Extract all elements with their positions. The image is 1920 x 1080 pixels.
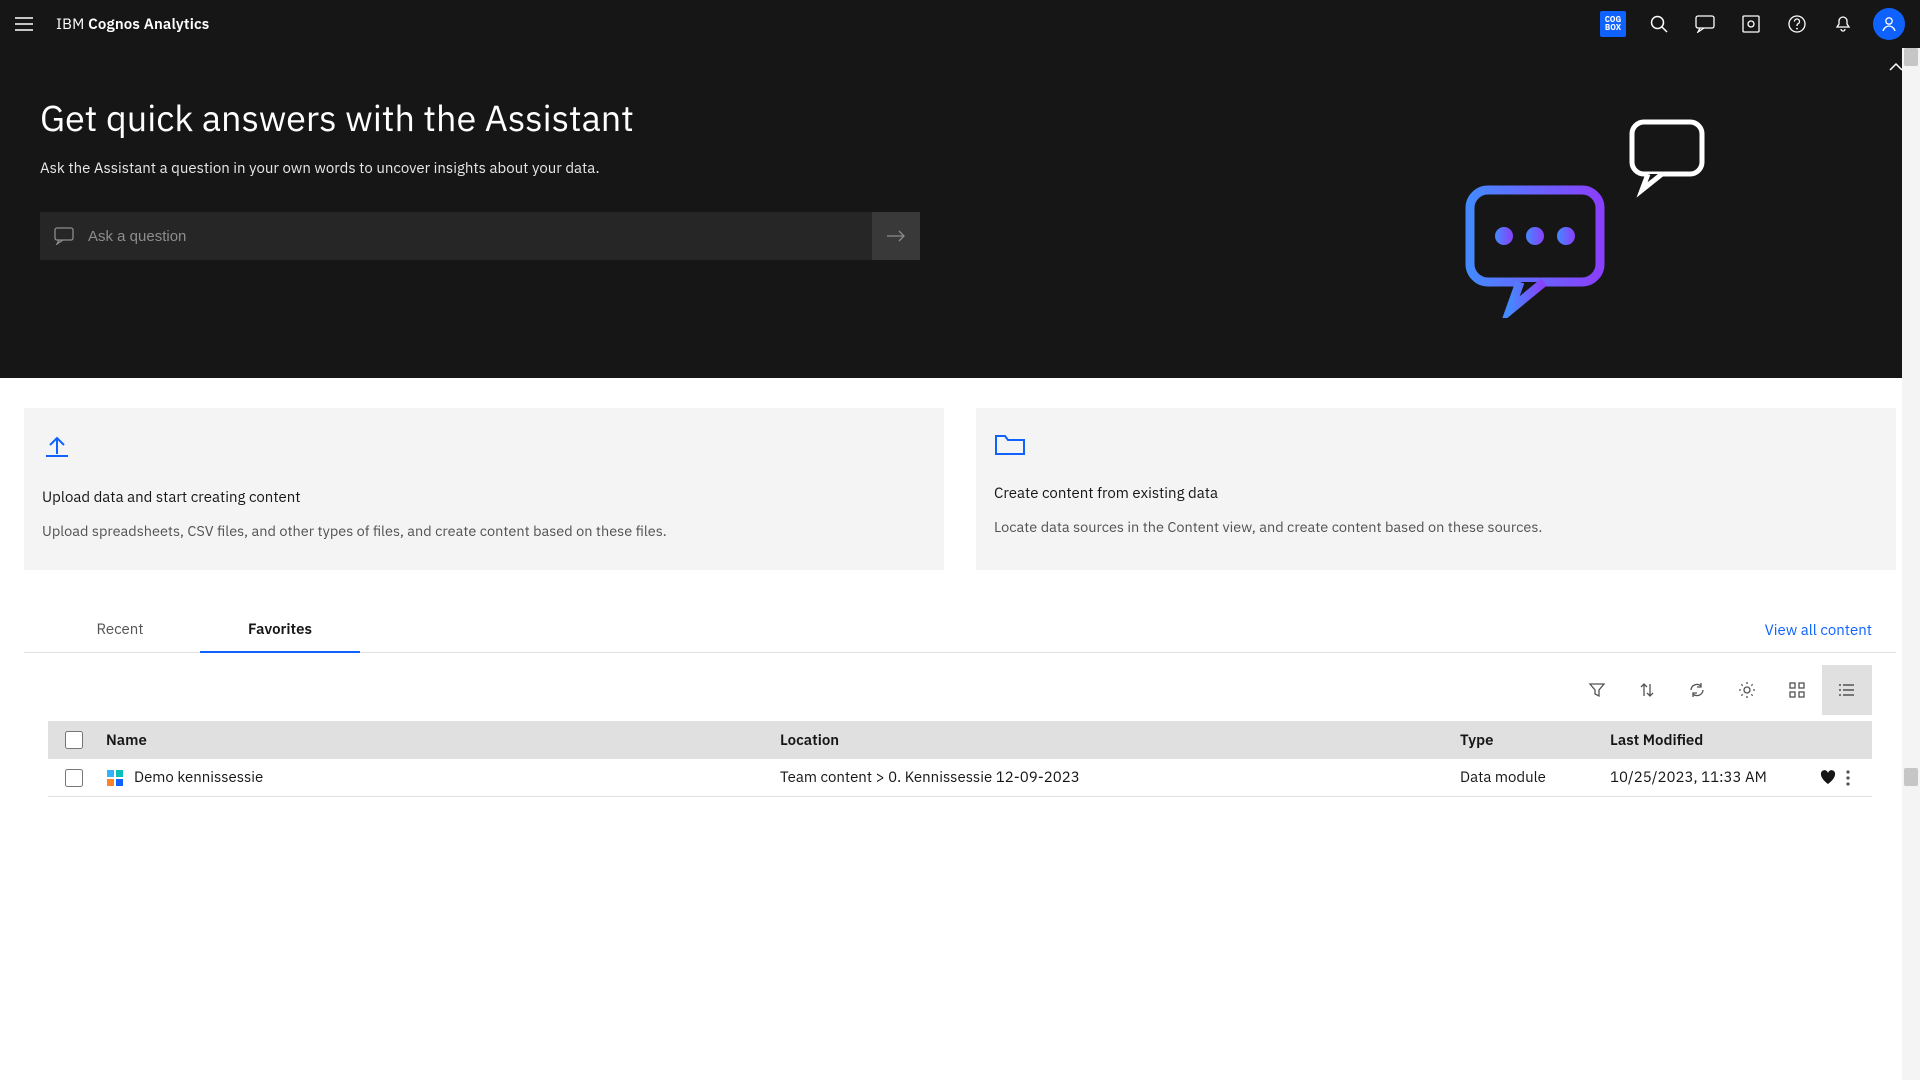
- brand: IBM Cognos Analytics: [56, 15, 209, 34]
- row-modified: 10/25/2023, 11:33 AM: [1610, 768, 1792, 787]
- notifications-button[interactable]: [1820, 1, 1866, 47]
- tab-recent[interactable]: Recent: [40, 606, 200, 652]
- search-button[interactable]: [1636, 1, 1682, 47]
- header-modified[interactable]: Last Modified: [1610, 731, 1872, 750]
- hero-illustration: [1450, 108, 1710, 318]
- content-tabs: Recent Favorites View all content: [24, 606, 1896, 653]
- help-icon: [1788, 15, 1806, 33]
- folder-icon: [994, 432, 1878, 458]
- content-table: Name Location Type Last Modified Demo ke…: [48, 721, 1872, 797]
- ask-question-input[interactable]: [88, 212, 872, 260]
- chat-icon: [54, 227, 74, 245]
- favorite-toggle[interactable]: [1820, 770, 1836, 785]
- assistant-button[interactable]: [1682, 1, 1728, 47]
- data-module-icon: [106, 769, 124, 787]
- chat-icon: [1695, 15, 1715, 33]
- search-icon: [1650, 15, 1668, 33]
- storage-icon: [1742, 15, 1760, 33]
- account-button[interactable]: [1866, 1, 1912, 47]
- heart-icon: [1820, 770, 1836, 785]
- select-all-checkbox[interactable]: [65, 731, 83, 749]
- grid-icon: [1788, 681, 1806, 699]
- gear-icon: [1738, 681, 1756, 699]
- hamburger-icon: [15, 17, 33, 31]
- refresh-button[interactable]: [1672, 665, 1722, 715]
- row-checkbox[interactable]: [65, 769, 83, 787]
- filter-icon: [1588, 681, 1606, 699]
- table-row[interactable]: Demo kennissessie Team content > 0. Kenn…: [48, 759, 1872, 797]
- create-card-desc: Locate data sources in the Content view,…: [994, 517, 1878, 536]
- scrollbar-thumb: [1904, 768, 1918, 786]
- upload-data-card[interactable]: Upload data and start creating content U…: [24, 408, 944, 570]
- cogbox-button[interactable]: COG BOX: [1590, 1, 1636, 47]
- grid-view-button[interactable]: [1772, 665, 1822, 715]
- filter-button[interactable]: [1572, 665, 1622, 715]
- ask-assistant-field: [40, 212, 920, 260]
- cogbox-icon: COG BOX: [1600, 11, 1626, 37]
- quick-action-cards: Upload data and start creating content U…: [24, 408, 1896, 570]
- row-type: Data module: [1460, 768, 1610, 787]
- content-toolbar: [24, 653, 1896, 721]
- kebab-icon: [1846, 770, 1850, 786]
- view-all-content-link[interactable]: View all content: [1765, 621, 1872, 640]
- create-card-title: Create content from existing data: [994, 484, 1878, 503]
- tab-favorites[interactable]: Favorites: [200, 607, 360, 653]
- list-view-button[interactable]: [1822, 665, 1872, 715]
- scrollbar-up-icon: [1904, 48, 1918, 66]
- upload-card-title: Upload data and start creating content: [42, 488, 926, 507]
- header-name[interactable]: Name: [100, 731, 780, 750]
- avatar: [1873, 8, 1905, 40]
- upload-icon: [42, 432, 926, 462]
- brand-name: Cognos Analytics: [88, 15, 209, 34]
- header-location[interactable]: Location: [780, 731, 1460, 750]
- arrow-right-icon: [886, 230, 906, 242]
- person-icon: [1880, 15, 1898, 33]
- hamburger-menu[interactable]: [8, 8, 40, 40]
- create-content-card[interactable]: Create content from existing data Locate…: [976, 408, 1896, 570]
- list-icon: [1838, 681, 1856, 699]
- row-menu-button[interactable]: [1846, 770, 1850, 786]
- settings-button[interactable]: [1722, 665, 1772, 715]
- help-button[interactable]: [1774, 1, 1820, 47]
- hero: Get quick answers with the Assistant Ask…: [0, 48, 1920, 378]
- refresh-icon: [1688, 681, 1706, 699]
- upload-card-desc: Upload spreadsheets, CSV files, and othe…: [42, 521, 926, 540]
- sort-button[interactable]: [1622, 665, 1672, 715]
- ask-submit-button[interactable]: [872, 212, 920, 260]
- ask-chat-icon-wrap: [40, 212, 88, 260]
- bell-icon: [1834, 15, 1852, 33]
- brand-prefix: IBM: [56, 15, 84, 34]
- row-location: Team content > 0. Kennissessie 12-09-202…: [780, 768, 1460, 787]
- manage-button[interactable]: [1728, 1, 1774, 47]
- table-header: Name Location Type Last Modified: [48, 721, 1872, 759]
- scrollbar[interactable]: [1902, 48, 1920, 1080]
- row-name: Demo kennissessie: [134, 768, 263, 787]
- body: Upload data and start creating content U…: [0, 378, 1920, 797]
- topbar: IBM Cognos Analytics COG BOX: [0, 0, 1920, 48]
- header-type[interactable]: Type: [1460, 731, 1610, 750]
- sort-icon: [1638, 681, 1656, 699]
